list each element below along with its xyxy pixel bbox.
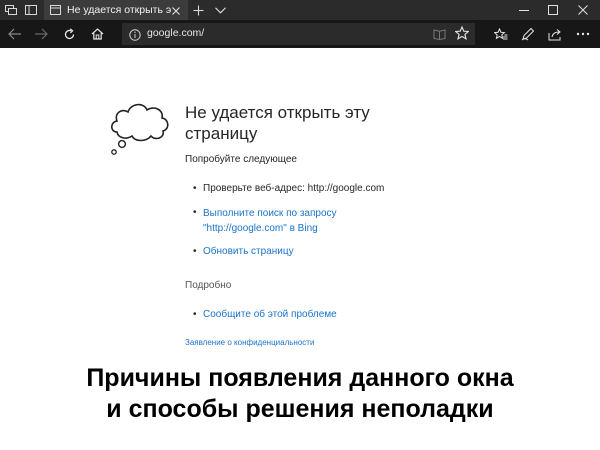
refresh-icon[interactable] (56, 20, 82, 48)
suggestion-text: Проверьте веб-адрес: http://google.com (203, 183, 385, 194)
caption-line-2: и способы решения неполадки (106, 395, 494, 423)
caption-line-1: Причины появления данного окна (86, 364, 514, 392)
close-icon[interactable] (170, 4, 182, 16)
pen-icon[interactable] (515, 20, 541, 48)
bullet: • (193, 309, 197, 320)
maximize-icon[interactable] (538, 0, 568, 20)
caption: Причины появления данного окна и способы… (0, 363, 600, 425)
bing-search-link-line2[interactable]: "http://google.com" в Bing (203, 223, 318, 234)
thought-cloud-icon (108, 98, 172, 165)
set-aside-tabs-icon[interactable] (22, 0, 40, 20)
minimize-icon[interactable] (509, 0, 539, 20)
tab-title: Не удается открыть эту (67, 4, 171, 16)
try-following-label: Попробуйте следующее (185, 154, 297, 165)
error-title: Не удается открыть эту страницу (185, 103, 370, 143)
tab-list-chevron-icon[interactable] (210, 0, 230, 20)
more-icon[interactable] (570, 20, 596, 48)
new-tab-icon[interactable] (188, 0, 208, 20)
refresh-page-link[interactable]: Обновить страницу (203, 245, 294, 259)
reading-view-icon[interactable] (433, 27, 446, 45)
report-problem-link[interactable]: Сообщите об этой проблеме (203, 308, 337, 322)
address-bar[interactable]: google.com/ (122, 23, 475, 45)
bullet: • (193, 207, 197, 218)
page-icon (50, 5, 61, 15)
back-icon[interactable] (2, 20, 28, 48)
privacy-statement-link[interactable]: Заявление о конфиденциальности (185, 338, 314, 347)
tab-manager-icon[interactable] (2, 0, 20, 20)
active-tab[interactable]: Не удается открыть эту (44, 0, 188, 20)
tab-bar: Не удается открыть эту (0, 0, 600, 20)
favorites-hub-icon[interactable] (488, 20, 514, 48)
navigation-bar: google.com/ (0, 20, 600, 48)
share-icon[interactable] (542, 20, 568, 48)
bing-search-link[interactable]: Выполните поиск по запросу "http://googl… (203, 206, 337, 236)
details-label: Подробно (185, 280, 232, 291)
address-text[interactable]: google.com/ (147, 27, 204, 39)
bullet: • (193, 246, 197, 257)
info-icon[interactable] (129, 28, 141, 46)
window-close-icon[interactable] (568, 0, 598, 20)
bullet: • (193, 183, 197, 194)
favorite-star-icon[interactable] (454, 25, 470, 45)
bing-search-link-line1[interactable]: Выполните поиск по запросу (203, 208, 337, 219)
home-icon[interactable] (84, 20, 110, 48)
forward-icon[interactable] (28, 20, 54, 48)
